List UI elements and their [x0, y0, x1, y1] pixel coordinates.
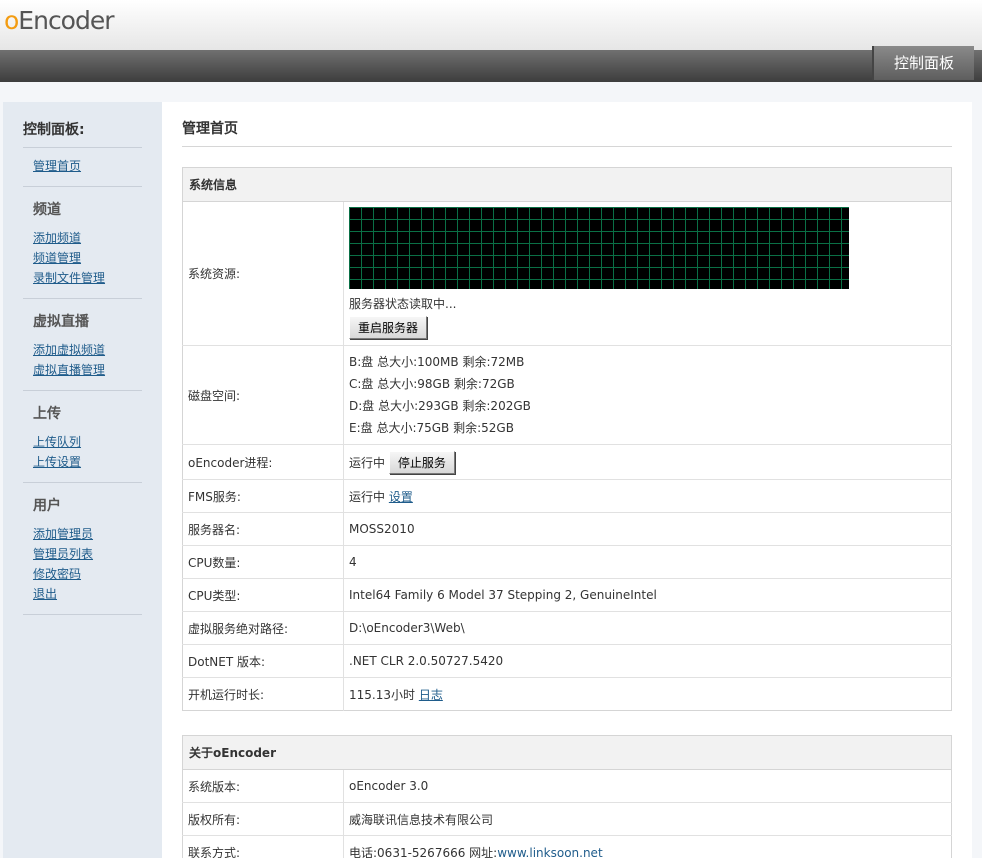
row-label: 联系方式: [182, 835, 344, 858]
sidebar: 控制面板: 管理首页 频道 添加频道 频道管理 录制文件管理 虚拟直播 添加虚拟… [3, 102, 162, 858]
table-row: 联系方式: 电话:0631-5267666 网址:www.linksoon.ne… [182, 835, 952, 858]
log-link[interactable]: 日志 [419, 688, 443, 702]
contact-cell: 电话:0631-5267666 网址:www.linksoon.net [343, 835, 952, 858]
disk-line: D:盘 总大小:293GB 剩余:202GB [349, 399, 531, 413]
row-label: FMS服务: [182, 479, 344, 513]
logo-area: oEncoder [0, 0, 982, 50]
nav-group-user: 用户 添加管理员 管理员列表 修改密码 退出 [23, 483, 142, 615]
server-status-text: 服务器状态读取中... [349, 297, 457, 311]
row-label: 版权所有: [182, 802, 344, 836]
nav-group-upload: 上传 上传队列 上传设置 [23, 391, 142, 483]
sidebar-item-upload-settings[interactable]: 上传设置 [33, 452, 142, 472]
cpu-type-value: Intel64 Family 6 Model 37 Stepping 2, Ge… [343, 578, 952, 612]
row-label: 系统资源: [182, 201, 344, 346]
disk-cell: B:盘 总大小:100MB 剩余:72MB C:盘 总大小:98GB 剩余:72… [343, 345, 952, 445]
logo-text: Encoder [18, 6, 114, 35]
table-row: DotNET 版本: .NET CLR 2.0.50727.5420 [182, 644, 952, 678]
table-row: 虚拟服务绝对路径: D:\oEncoder3\Web\ [182, 611, 952, 645]
contact-value: 电话:0631-5267666 网址: [349, 845, 498, 858]
table-row: 系统资源: 服务器状态读取中... 重启服务器 [182, 201, 952, 346]
table-row: FMS服务: 运行中 设置 [182, 479, 952, 513]
table-row: 磁盘空间: B:盘 总大小:100MB 剩余:72MB C:盘 总大小:98GB… [182, 345, 952, 445]
table-row: 系统版本: oEncoder 3.0 [182, 769, 952, 803]
website-link[interactable]: www.linksoon.net [497, 846, 602, 858]
row-label: 虚拟服务绝对路径: [182, 611, 344, 645]
resource-graph [349, 207, 849, 289]
nav-group-title-virtual-live: 虚拟直播 [33, 314, 89, 330]
disk-line: E:盘 总大小:75GB 剩余:52GB [349, 421, 514, 435]
nav-group-title-upload: 上传 [33, 406, 61, 422]
tab-control-panel[interactable]: 控制面板 [872, 46, 974, 80]
process-cell: 运行中 停止服务 [343, 444, 952, 480]
cpu-count-value: 4 [343, 545, 952, 579]
server-name-value: MOSS2010 [343, 512, 952, 546]
about-table: 关于oEncoder 系统版本: oEncoder 3.0 版权所有: 威海联讯… [182, 735, 952, 858]
row-label: 开机运行时长: [182, 677, 344, 711]
table-row: 版权所有: 威海联讯信息技术有限公司 [182, 802, 952, 836]
row-label: CPU类型: [182, 578, 344, 612]
system-info-heading: 系统信息 [182, 167, 952, 202]
uptime-value: 115.13小时 [349, 687, 415, 702]
sidebar-item-upload-queue[interactable]: 上传队列 [33, 432, 142, 452]
about-heading: 关于oEncoder [182, 735, 952, 770]
sidebar-item-virtual-live-manage[interactable]: 虚拟直播管理 [33, 360, 142, 380]
sidebar-item-add-admin[interactable]: 添加管理员 [33, 524, 142, 544]
fms-cell: 运行中 设置 [343, 479, 952, 513]
nav-group-virtual-live: 虚拟直播 添加虚拟频道 虚拟直播管理 [23, 299, 142, 391]
logo: oEncoder [4, 6, 115, 35]
disk-line: C:盘 总大小:98GB 剩余:72GB [349, 377, 515, 391]
resources-cell: 服务器状态读取中... 重启服务器 [343, 201, 952, 346]
row-label: oEncoder进程: [182, 444, 344, 480]
table-row: 服务器名: MOSS2010 [182, 512, 952, 546]
sidebar-item-change-password[interactable]: 修改密码 [33, 564, 142, 584]
table-row: 开机运行时长: 115.13小时 日志 [182, 677, 952, 711]
system-info-table: 系统信息 系统资源: 服务器状态读取中... 重启服务器 磁盘空间: B:盘 总… [182, 167, 952, 711]
table-row: CPU类型: Intel64 Family 6 Model 37 Steppin… [182, 578, 952, 612]
sidebar-item-add-virtual-channel[interactable]: 添加虚拟频道 [33, 340, 142, 360]
header: oEncoder 控制面板 [0, 0, 982, 82]
page-title: 管理首页 [182, 118, 952, 147]
restart-server-button[interactable]: 重启服务器 [349, 316, 428, 339]
fms-status: 运行中 [349, 489, 386, 504]
main-content: 管理首页 系统信息 系统资源: 服务器状态读取中... 重启服务器 磁盘空间: … [162, 102, 972, 858]
sidebar-item-add-channel[interactable]: 添加频道 [33, 228, 142, 248]
version-value: oEncoder 3.0 [343, 769, 952, 803]
table-row: CPU数量: 4 [182, 545, 952, 579]
row-label: CPU数量: [182, 545, 344, 579]
table-row: oEncoder进程: 运行中 停止服务 [182, 444, 952, 480]
nav-group-title-channel: 频道 [33, 202, 61, 218]
nav-group-channel: 频道 添加频道 频道管理 录制文件管理 [23, 187, 142, 299]
sidebar-item-channel-manage[interactable]: 频道管理 [33, 248, 142, 268]
virtual-path-value: D:\oEncoder3\Web\ [343, 611, 952, 645]
uptime-cell: 115.13小时 日志 [343, 677, 952, 711]
nav-group-title-user: 用户 [33, 498, 61, 514]
sidebar-item-admin-list[interactable]: 管理员列表 [33, 544, 142, 564]
sidebar-title: 控制面板: [23, 119, 142, 148]
row-label: 磁盘空间: [182, 345, 344, 445]
row-label: DotNET 版本: [182, 644, 344, 678]
disk-line: B:盘 总大小:100MB 剩余:72MB [349, 355, 525, 369]
row-label: 系统版本: [182, 769, 344, 803]
stop-service-button[interactable]: 停止服务 [388, 450, 455, 474]
nav-group-home: 管理首页 [23, 148, 142, 187]
row-label: 服务器名: [182, 512, 344, 546]
logo-o: o [4, 6, 19, 35]
copyright-value: 威海联讯信息技术有限公司 [343, 802, 952, 836]
sidebar-item-record-files[interactable]: 录制文件管理 [33, 268, 142, 288]
fms-settings-link[interactable]: 设置 [389, 490, 413, 504]
process-status: 运行中 [349, 455, 386, 470]
dotnet-version-value: .NET CLR 2.0.50727.5420 [343, 644, 952, 678]
top-nav-bar [0, 50, 982, 82]
sidebar-item-logout[interactable]: 退出 [33, 584, 142, 604]
sidebar-item-home[interactable]: 管理首页 [33, 156, 142, 176]
